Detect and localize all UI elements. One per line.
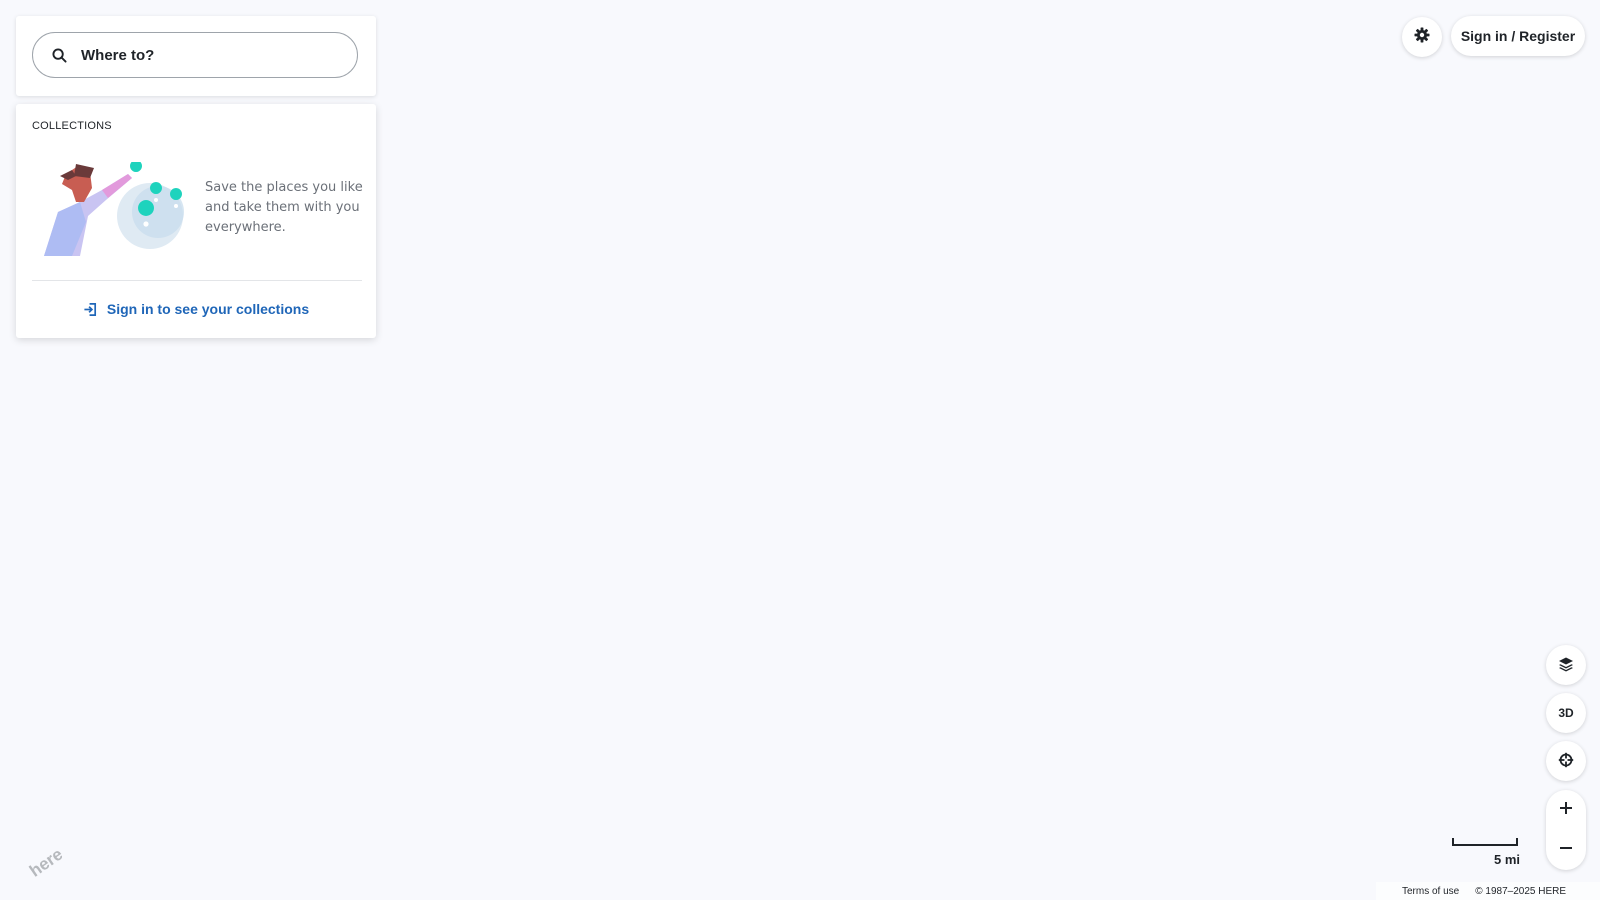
copyright-text: © 1987–2025 HERE <box>1475 885 1567 897</box>
search-icon <box>49 45 69 65</box>
zoom-controls <box>1546 790 1586 870</box>
3d-label: 3D <box>1558 706 1574 720</box>
gear-icon <box>1414 27 1430 48</box>
collections-panel: COLLECTIONS Save the places you like and… <box>16 104 376 338</box>
collections-title: COLLECTIONS <box>32 120 112 132</box>
layers-button[interactable] <box>1546 645 1586 685</box>
search-panel <box>16 16 376 96</box>
plus-icon <box>1559 801 1573 820</box>
zoom-in-button[interactable] <box>1546 790 1586 830</box>
crosshair-icon <box>1558 752 1574 771</box>
scale-bar <box>1452 838 1518 846</box>
minus-icon <box>1559 841 1573 860</box>
sign-in-collections-link[interactable]: Sign in to see your collections <box>16 298 376 320</box>
here-logo: here <box>26 844 62 880</box>
map-footer: Terms of use © 1987–2025 HERE <box>1376 882 1600 900</box>
locate-me-button[interactable] <box>1546 741 1586 781</box>
svg-text:here: here <box>26 844 62 880</box>
zoom-out-button[interactable] <box>1546 830 1586 870</box>
sign-in-collections-label: Sign in to see your collections <box>106 301 310 317</box>
3d-toggle-button[interactable]: 3D <box>1546 693 1586 733</box>
sign-in-register-button[interactable]: Sign in / Register <box>1451 16 1585 56</box>
collections-promo-text: Save the places you like and take them w… <box>205 180 363 235</box>
terms-of-use-link[interactable]: Terms of use <box>1402 886 1459 897</box>
scale-label: 5 mi <box>1493 852 1520 867</box>
layers-icon <box>1558 656 1574 675</box>
sign-in-icon <box>83 301 99 317</box>
divider <box>32 280 362 281</box>
search-input[interactable] <box>81 46 311 64</box>
settings-button[interactable] <box>1402 17 1442 57</box>
collections-illustration <box>44 162 184 256</box>
search-box[interactable] <box>32 32 358 78</box>
